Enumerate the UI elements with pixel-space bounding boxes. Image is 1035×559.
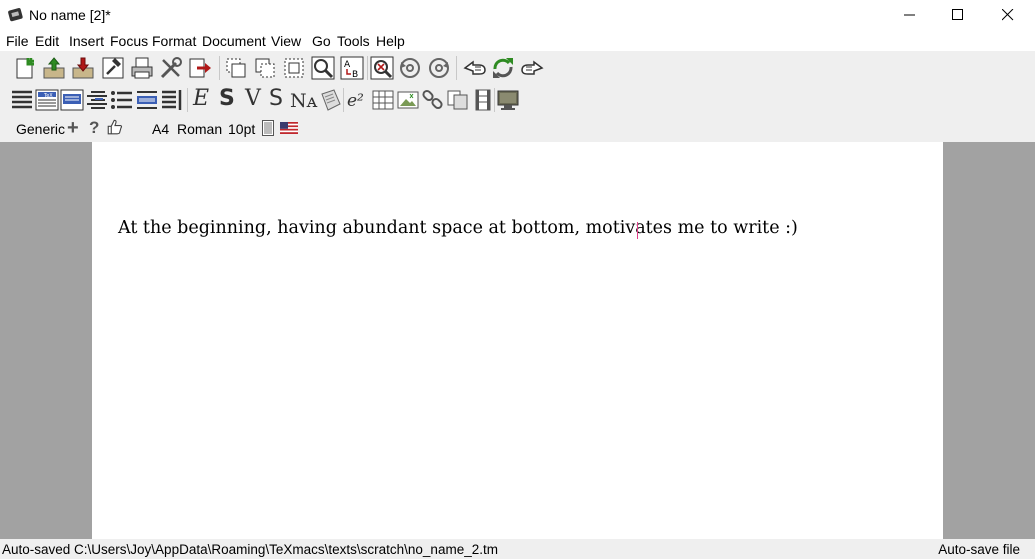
table-icon[interactable] (371, 88, 395, 112)
undo-icon[interactable] (398, 56, 422, 80)
typeset-hammer-icon[interactable] (101, 56, 125, 80)
enumerate-icon[interactable] (160, 88, 184, 112)
strong-icon[interactable]: S (219, 86, 235, 112)
status-bar: Auto-saved C:\Users\Joy\AppData\Roaming\… (0, 539, 1035, 559)
sans-serif-icon[interactable]: S (269, 86, 283, 112)
section-block-icon[interactable] (60, 88, 84, 112)
title-bar: No name [2]* (0, 0, 1035, 31)
menu-view[interactable]: View (271, 33, 301, 49)
name-icon[interactable]: Nᴀ (290, 88, 317, 114)
paper-size[interactable]: A4 (152, 121, 169, 137)
image-icon[interactable] (396, 88, 420, 112)
svg-text:B: B (352, 70, 358, 80)
formula-icon[interactable]: e² (347, 88, 364, 114)
menu-insert[interactable]: Insert (69, 33, 104, 49)
toolbar-separator (219, 56, 220, 80)
svg-text:TeX: TeX (43, 93, 53, 99)
status-message: Auto-saved C:\Users\Joy\AppData\Roaming\… (2, 542, 498, 557)
thumbs-up-icon[interactable] (106, 118, 124, 136)
footnote-icon[interactable] (446, 88, 470, 112)
font-family-selector[interactable]: Roman (177, 121, 222, 137)
replace-icon[interactable]: AB (340, 56, 364, 80)
open-document-icon[interactable] (42, 56, 66, 80)
document-text[interactable]: At the beginning, having abundant space … (118, 218, 798, 238)
close-icon (1002, 9, 1014, 21)
menu-bar: File Edit Insert Focus Format Document V… (0, 31, 1035, 51)
verbatim-icon[interactable]: V (245, 86, 261, 112)
save-document-icon[interactable] (71, 56, 95, 80)
maximize-icon (952, 9, 963, 20)
maximize-button[interactable] (935, 0, 981, 31)
toolbar-separator (187, 88, 188, 112)
print-icon[interactable] (130, 56, 154, 80)
style-selector[interactable]: Generic (16, 121, 65, 137)
document-canvas[interactable]: At the beginning, having abundant space … (0, 142, 1035, 539)
texmacs-app-icon (7, 6, 25, 24)
go-forward-icon[interactable] (520, 56, 544, 80)
copy-icon[interactable] (224, 56, 248, 80)
toolbar-separator (456, 56, 457, 80)
reload-icon[interactable] (491, 56, 515, 80)
page-setup-icon[interactable] (262, 120, 274, 136)
text-cursor (637, 222, 638, 239)
menu-document[interactable]: Document (202, 33, 266, 49)
help-icon[interactable]: ? (89, 118, 99, 138)
menu-tools[interactable]: Tools (337, 33, 370, 49)
close-button[interactable] (985, 0, 1031, 31)
preferences-tools-icon[interactable] (159, 56, 183, 80)
status-right-message: Auto-save file (938, 542, 1020, 557)
svg-text:A: A (344, 60, 351, 70)
go-back-icon[interactable] (463, 56, 487, 80)
animation-icon[interactable] (471, 88, 495, 112)
window-title: No name [2]* (29, 7, 111, 23)
spell-check-icon[interactable] (370, 56, 394, 80)
redo-icon[interactable] (427, 56, 451, 80)
itemize-icon[interactable] (110, 88, 134, 112)
new-document-icon[interactable] (13, 56, 37, 80)
font-size-selector[interactable]: 10pt (228, 121, 255, 137)
menu-file[interactable]: File (6, 33, 29, 49)
toolbar-separator (367, 56, 368, 80)
menu-go[interactable]: Go (312, 33, 331, 49)
session-icon[interactable] (496, 88, 520, 112)
menu-focus[interactable]: Focus (110, 33, 148, 49)
menu-format[interactable]: Format (152, 33, 196, 49)
add-icon[interactable]: + (67, 117, 79, 140)
minimize-icon (904, 14, 915, 16)
search-icon[interactable] (311, 56, 335, 80)
link-icon[interactable] (421, 88, 445, 112)
sample-icon[interactable] (318, 88, 342, 112)
menu-help[interactable]: Help (376, 33, 405, 49)
emphasize-icon[interactable]: E (193, 86, 209, 112)
toolbar-separator (343, 88, 344, 112)
minimize-button[interactable] (887, 0, 933, 31)
list-align-icon[interactable] (85, 88, 109, 112)
export-icon[interactable] (188, 56, 212, 80)
paste-icon[interactable] (282, 56, 306, 80)
table-block-icon[interactable] (135, 88, 159, 112)
document-page[interactable]: At the beginning, having abundant space … (92, 142, 943, 539)
menu-edit[interactable]: Edit (35, 33, 59, 49)
title-block-icon[interactable]: TeX (35, 88, 59, 112)
cut-icon[interactable] (253, 56, 277, 80)
toolbar-separator (494, 88, 495, 112)
align-left-icon[interactable] (10, 88, 34, 112)
us-flag-icon[interactable] (280, 122, 298, 134)
